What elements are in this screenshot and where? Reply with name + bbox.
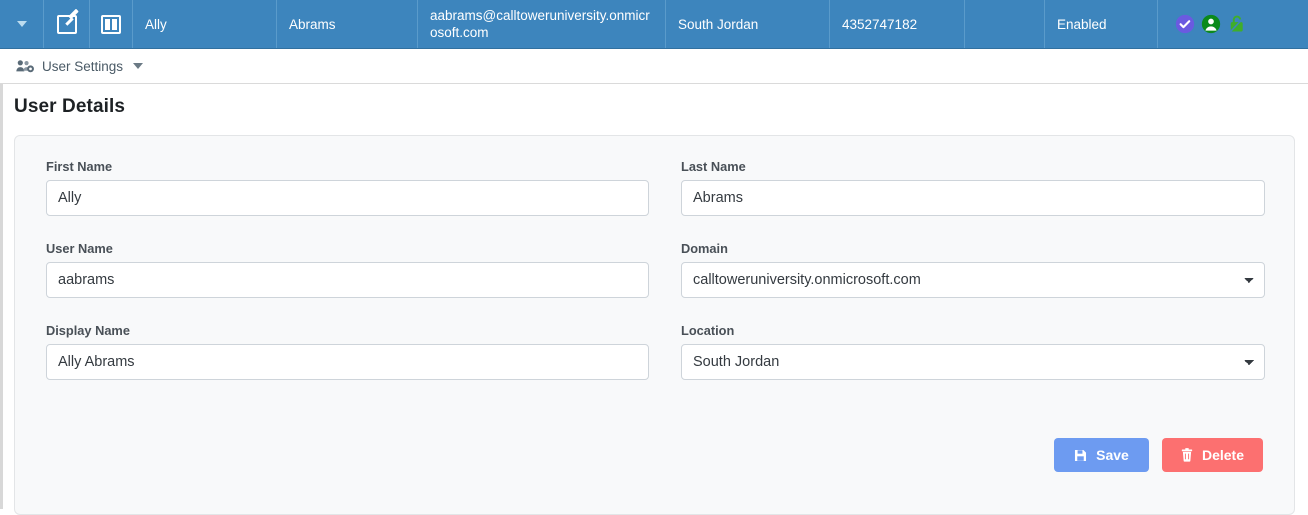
row-cell-badges [1158,0,1308,48]
users-cog-icon [16,59,34,72]
row-cell-last-name[interactable]: Abrams [277,0,418,48]
user-settings-toolbar: User Settings [0,49,1308,84]
field-display-name: Display Name [46,323,649,380]
first-name-label: First Name [46,159,113,174]
save-icon [1075,449,1087,461]
user-circle-icon[interactable] [1200,13,1222,35]
unlock-icon[interactable] [1226,13,1248,35]
delete-button-label: Delete [1201,447,1244,463]
user-settings-label: User Settings [42,58,124,74]
trash-icon [1181,448,1193,462]
field-last-name: Last Name [681,159,1265,216]
check-circle-icon[interactable] [1174,13,1196,35]
edit-user-button[interactable] [44,0,90,48]
field-first-name: First Name [46,159,649,216]
field-user-name: User Name [46,241,649,298]
chevron-down-icon [16,21,27,27]
row-cell-phone[interactable]: 4352747182 [830,0,965,48]
row-cell-location[interactable]: South Jordan [666,0,830,48]
columns-icon [101,14,121,34]
row-email-text: aabrams@calltoweruniversity.onmicrosoft.… [430,8,650,40]
status-badge: Enabled [1057,16,1107,32]
row-cell-first-name[interactable]: Ally [133,0,277,48]
user-name-label: User Name [46,241,113,256]
display-name-label: Display Name [46,323,130,338]
delete-button[interactable]: Delete [1161,438,1263,472]
row-expand-button[interactable] [0,0,44,48]
edit-square-icon [56,14,77,34]
user-name-input[interactable] [46,262,649,298]
first-name-input[interactable] [46,180,649,216]
display-name-input[interactable] [46,344,649,380]
columns-toggle-button[interactable] [90,0,133,48]
field-location: Location South Jordan [681,323,1265,380]
last-name-label: Last Name [681,159,746,174]
row-cell-status[interactable]: Enabled [1045,0,1158,48]
save-button[interactable]: Save [1053,438,1149,472]
row-last-name-text: Abrams [289,16,336,32]
page-left-edge [0,84,3,509]
selected-user-row: Ally Abrams aabrams@calltoweruniversity.… [0,0,1308,49]
domain-label: Domain [681,241,728,256]
page-title: User Details [14,96,126,117]
user-settings-dropdown[interactable]: User Settings [16,58,144,74]
user-details-form: First Name Last Name User Name Domain ca… [46,159,1265,380]
row-location-text: South Jordan [678,16,759,32]
domain-select[interactable]: calltoweruniversity.onmicrosoft.com [681,262,1265,298]
user-details-card: First Name Last Name User Name Domain ca… [14,135,1295,515]
row-cell-blank[interactable] [965,0,1045,48]
field-domain: Domain calltoweruniversity.onmicrosoft.c… [681,241,1265,298]
location-select[interactable]: South Jordan [681,344,1265,380]
location-label: Location [681,323,735,338]
row-cell-email[interactable]: aabrams@calltoweruniversity.onmicrosoft.… [418,0,666,48]
save-button-label: Save [1096,447,1129,463]
last-name-input[interactable] [681,180,1265,216]
form-actions: Save Delete [1053,438,1263,472]
caret-down-icon [133,63,144,69]
row-phone-text: 4352747182 [842,16,918,32]
row-first-name-text: Ally [145,16,167,32]
